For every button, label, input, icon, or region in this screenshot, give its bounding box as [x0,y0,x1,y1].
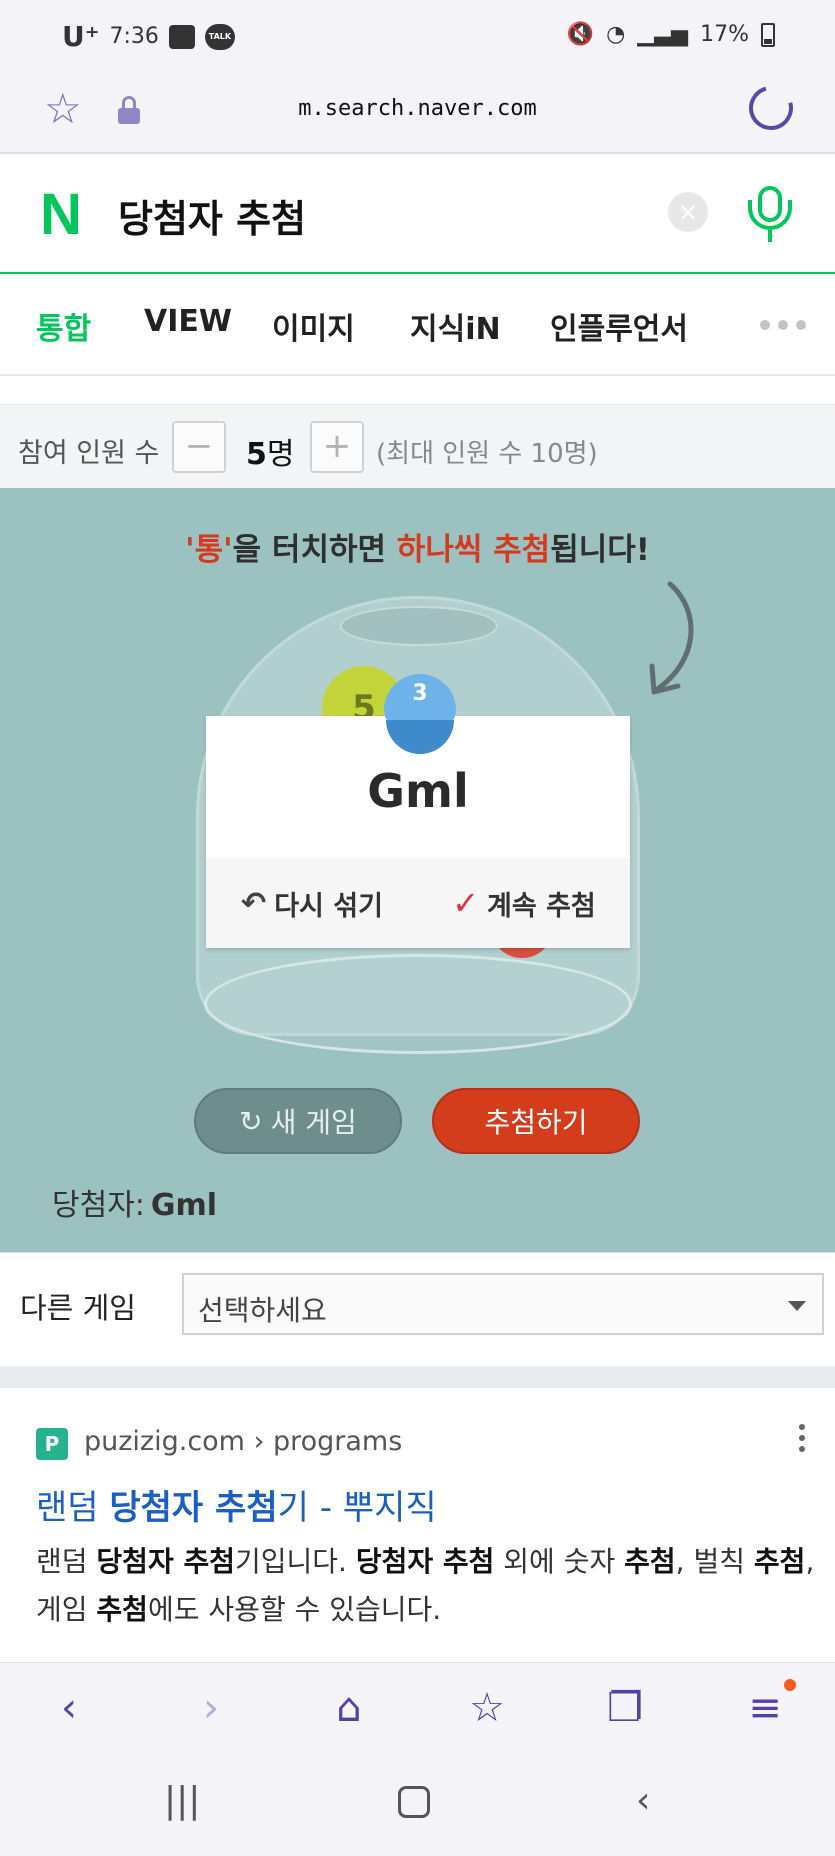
participant-max: (최대 인원 수 10명) [376,439,598,469]
increase-button[interactable]: + [310,421,364,473]
desc-part-bold: 추첨 [753,1545,806,1578]
instruction-end: 됩니다! [550,532,650,568]
talk-notification-icon: TALK [204,23,235,50]
favorites-icon[interactable]: ☆ [462,1683,512,1733]
result-description: 랜덤 당첨자 추첨기입니다. 당첨자 추첨 외에 숫자 추첨, 벌칙 추첨, 게… [36,1538,816,1634]
desc-part: 에도 사용할 수 있습니다. [147,1593,442,1626]
winner-value: Gml [150,1188,218,1223]
new-game-label: 새 게임 [270,1106,357,1139]
refresh-icon: ↻ [239,1104,263,1138]
mic-icon[interactable] [748,186,794,242]
recent-apps-icon[interactable]: ||| [164,1780,200,1821]
chevron-down-icon [788,1301,806,1311]
mute-icon: 🔇 [566,22,595,47]
jar-base [204,954,632,1054]
draw-button[interactable]: 추첨하기 [432,1088,640,1154]
other-game-label: 다른 게임 [20,1291,136,1325]
participant-count: 5명 [246,429,294,473]
browser-bottom-nav: ‹ › ⌂ ☆ ❐ ≡ [0,1662,835,1754]
back-icon[interactable]: ‹ [44,1683,94,1733]
system-nav-bar: ||| ‹ [0,1754,835,1856]
ball-blue: 3 [384,674,456,754]
participant-count-value: 5 [246,437,267,472]
gallery-notification-icon [168,24,195,49]
decrease-button[interactable]: − [172,421,226,473]
game-instruction: '통'을 터치하면 하나씩 추첨됩니다! [0,524,835,569]
desc-part-bold: 당첨자 추첨 [96,1545,235,1578]
game-select-value: 선택하세요 [198,1294,327,1327]
clear-icon[interactable]: × [668,192,708,232]
jar-opening [340,606,498,646]
winner-label: 당첨자: [52,1188,145,1223]
clock: 7:36 [109,24,159,49]
result-site[interactable]: puzizig.com › programs [84,1426,402,1457]
new-game-button[interactable]: ↻ 새 게임 [194,1088,402,1154]
desc-part-bold: 추첨 [96,1593,148,1626]
continue-label: 계속 추첨 [487,890,596,922]
reshuffle-button[interactable]: ↶ 다시 섞기 [206,858,418,948]
status-left: U⁺ 7:36 TALK [62,20,235,53]
tab-kin[interactable]: 지식iN [410,304,501,348]
instruction-mid: 을 터치하면 [232,532,397,568]
game-select[interactable]: 선택하세요 [182,1273,824,1335]
carrier-label: U⁺ [62,20,100,53]
participant-row: 참여 인원 수 − 5명 + (최대 인원 수 10명) [0,404,835,488]
battery-percent: 17% [700,22,749,47]
participant-label: 참여 인원 수 [18,438,160,469]
desc-part-bold: 추첨 [624,1545,676,1578]
result-title-link[interactable]: 랜덤 당첨자 추첨기 - 뿌지직 [36,1480,437,1529]
tab-integrated[interactable]: 통합 [36,304,91,348]
search-input[interactable]: 당첨자 추첨 [118,188,306,243]
instruction-highlight: 하나씩 추첨 [396,532,551,568]
tabs-icon[interactable]: ❐ [600,1683,650,1733]
search-tabs: 통합 VIEW 이미지 지식iN 인플루언서 [0,276,835,376]
continue-draw-button[interactable]: ✓ 계속 추첨 [418,858,630,948]
search-result: P puzizig.com › programs 랜덤 당첨자 추첨기 - 뿌지… [0,1388,835,1662]
browser-url-bar: ☆ m.search.naver.com [0,72,835,154]
desc-part: 외에 숫자 [494,1545,625,1578]
instruction-jar-word: '통' [185,532,233,568]
status-right: 🔇 ◔ ▁▃▅ 17% [567,22,775,47]
other-game-row: 다른 게임 선택하세요 [0,1252,835,1366]
url-field[interactable]: m.search.naver.com [0,96,835,121]
desc-part: 랜덤 [36,1545,97,1578]
forward-icon[interactable]: › [186,1683,236,1733]
reload-icon[interactable] [740,77,802,139]
system-home-icon[interactable] [398,1786,430,1818]
status-bar: U⁺ 7:36 TALK 🔇 ◔ ▁▃▅ 17% [0,0,835,72]
result-actions: ↶ 다시 섞기 ✓ 계속 추첨 [206,858,630,948]
wifi-icon: ◔ [606,22,626,47]
section-divider [0,1366,835,1388]
participant-count-unit: 명 [266,437,295,472]
desc-part: , 벌칙 [675,1545,754,1578]
check-icon: ✓ [452,884,480,922]
battery-icon [761,22,775,47]
tab-influencer[interactable]: 인플루언서 [550,304,688,348]
signal-icon: ▁▃▅ [637,22,689,47]
home-icon[interactable]: ⌂ [324,1683,374,1733]
desc-part: 기입니다. [234,1545,356,1578]
result-title-pre: 랜덤 [36,1488,110,1528]
site-favicon-icon: P [36,1428,68,1460]
search-header: N 당첨자 추첨 × [0,156,835,274]
draw-label: 추첨하기 [484,1106,588,1139]
desc-part-bold: 당첨자 추첨 [355,1545,495,1578]
menu-icon[interactable]: ≡ [740,1683,790,1733]
tab-image[interactable]: 이미지 [272,304,355,348]
reshuffle-label: 다시 섞기 [274,890,383,922]
system-back-icon[interactable]: ‹ [636,1780,650,1821]
undo-icon: ↶ [241,885,267,921]
lottery-game: '통'을 터치하면 하나씩 추첨됩니다! 5 Gml ↶ 다시 섞기 ✓ 계속 … [0,488,835,1252]
result-title-post: 기 - 뿌지직 [277,1488,437,1528]
naver-logo[interactable]: N [40,186,90,244]
result-name: Gml [367,764,469,818]
tab-view[interactable]: VIEW [144,304,232,339]
winner-row: 당첨자: Gml [52,1180,217,1224]
curved-arrow-icon [649,581,694,695]
more-tabs-icon[interactable] [760,320,806,330]
spacer [0,378,835,404]
more-options-icon[interactable] [799,1424,805,1452]
result-title-bold: 당첨자 추첨 [109,1488,278,1528]
notification-dot [784,1679,796,1691]
